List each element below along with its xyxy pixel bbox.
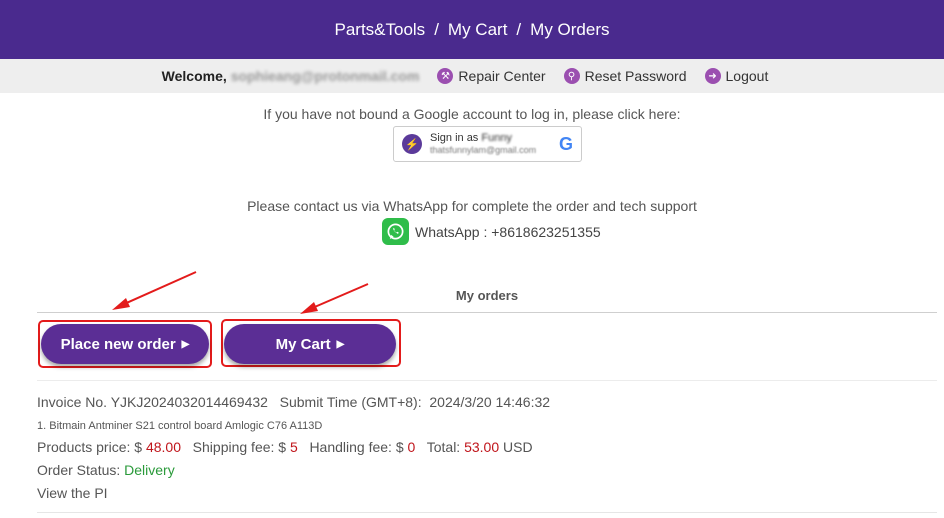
order-status: Delivery	[124, 462, 175, 478]
user-email: sophieang@protonmail.com	[230, 68, 420, 84]
my-orders-title: My orders	[455, 288, 519, 303]
nav-separator: /	[516, 19, 522, 39]
order-item: 1. Bitmain Antminer S21 control board Am…	[37, 420, 323, 432]
key-icon: ⚲	[563, 68, 580, 84]
reset-password-label: Reset Password	[584, 68, 687, 84]
sign-in-as-label: Sign in as	[430, 132, 479, 144]
google-icon: G	[558, 133, 573, 154]
my-cart-button[interactable]: My Cart ▶	[224, 324, 396, 364]
top-nav: Parts&Tools / My Cart / My Orders	[0, 0, 944, 59]
currency: USD	[503, 439, 533, 455]
google-bind-note: If you have not bound a Google account t…	[263, 106, 681, 122]
reset-password-link[interactable]: ⚲ Reset Password	[563, 68, 687, 84]
contact-note: Please contact us via WhatsApp for compl…	[247, 198, 697, 214]
total-amount: 53.00	[464, 439, 500, 455]
logout-link[interactable]: ➜ Logout	[704, 68, 769, 84]
nav-separator: /	[434, 19, 439, 39]
place-new-order-label: Place new order	[60, 335, 176, 353]
divider	[37, 512, 937, 513]
total-label: Total:	[426, 439, 461, 455]
whatsapp-contact: WhatsApp : +8618623251355	[382, 218, 601, 245]
google-account-email: thatsfunnylam@gmail.com	[430, 145, 537, 155]
submit-time-label: Submit Time (GMT+8):	[279, 394, 422, 410]
whatsapp-icon	[382, 218, 409, 245]
divider	[37, 312, 937, 313]
nav-parts-tools[interactable]: Parts&Tools	[334, 20, 425, 40]
order-entry: Invoice No. YJKJ2024032014469432 Submit …	[37, 392, 550, 506]
repair-center-label: Repair Center	[458, 68, 546, 84]
my-cart-label: My Cart	[275, 335, 331, 353]
logout-label: Logout	[725, 68, 769, 84]
logout-icon: ➜	[704, 68, 721, 84]
products-price-label: Products price: $	[37, 439, 143, 455]
google-account-name: Funny	[481, 132, 512, 144]
play-triangle-icon: ▶	[181, 338, 190, 350]
products-price: 48.00	[145, 439, 181, 455]
divider	[37, 380, 937, 381]
invoice-label: Invoice No.	[37, 394, 108, 410]
nav-my-orders[interactable]: My Orders	[530, 20, 609, 40]
order-status-label: Order Status:	[37, 462, 121, 478]
account-avatar: ⚡	[402, 134, 422, 154]
play-triangle-icon: ▶	[336, 338, 345, 350]
invoice-number: YJKJ2024032014469432	[110, 394, 268, 410]
handling-fee: 0	[407, 439, 416, 455]
repair-icon: ⚒	[437, 68, 454, 84]
submit-time: 2024/3/20 14:46:32	[429, 394, 551, 410]
whatsapp-number: WhatsApp : +8618623251355	[415, 223, 601, 240]
shipping-fee-label: Shipping fee: $	[192, 439, 287, 455]
google-sign-in-button[interactable]: ⚡ Sign in as Funny thatsfunnylam@gmail.c…	[393, 126, 582, 162]
place-new-order-button[interactable]: Place new order ▶	[41, 324, 209, 364]
handling-fee-label: Handling fee: $	[309, 439, 404, 455]
welcome-label: Welcome,	[161, 68, 227, 84]
view-pi-link[interactable]: View the PI	[37, 485, 108, 501]
user-bar: Welcome, sophieang@protonmail.com ⚒ Repa…	[0, 59, 944, 93]
repair-center-link[interactable]: ⚒ Repair Center	[437, 68, 546, 84]
shipping-fee: 5	[289, 439, 298, 455]
nav-my-cart[interactable]: My Cart	[448, 20, 508, 40]
